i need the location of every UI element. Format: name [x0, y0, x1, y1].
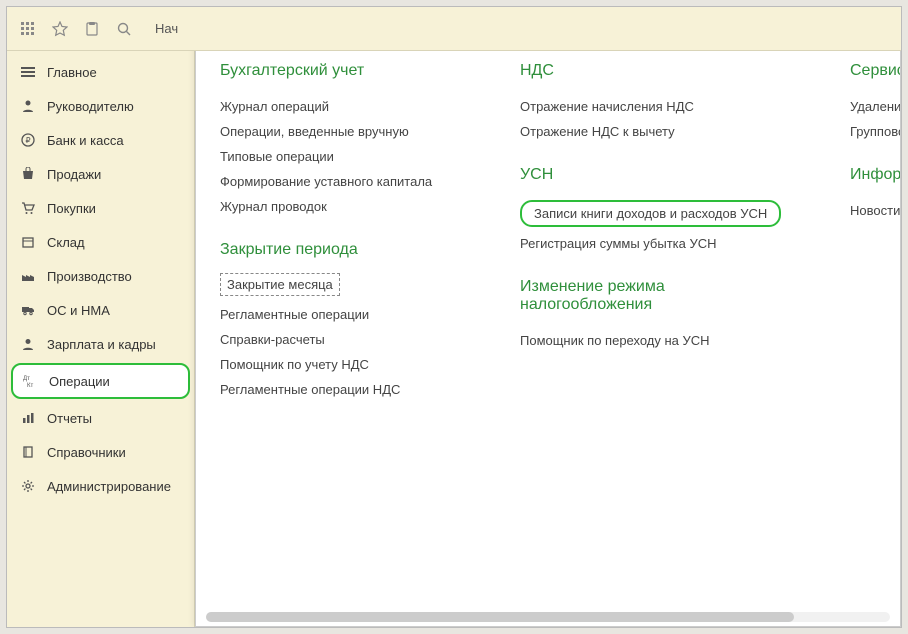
sidebar-item-reports[interactable]: Отчеты	[7, 401, 194, 435]
ruble-icon: ₽	[17, 133, 39, 147]
sidebar-item-assets[interactable]: ОС и НМА	[7, 293, 194, 327]
link-usn-book-records[interactable]: Записи книги доходов и расходов УСН	[520, 200, 781, 227]
chart-icon	[17, 411, 39, 425]
sidebar-label: Администрирование	[47, 479, 171, 494]
tab-title[interactable]: Нач	[155, 21, 178, 36]
sidebar-label: Главное	[47, 65, 97, 80]
link-nds-accrual[interactable]: Отражение начисления НДС	[520, 94, 800, 119]
section-title: УСН	[520, 166, 800, 184]
link-news[interactable]: Новости	[850, 198, 900, 223]
section-title: Сервис	[850, 62, 900, 80]
sidebar-item-purchases[interactable]: Покупки	[7, 191, 194, 225]
column-3: Сервис Удаление по Групповое пе Информац…	[850, 62, 900, 616]
star-icon[interactable]	[47, 16, 73, 42]
sidebar-item-stock[interactable]: Склад	[7, 225, 194, 259]
sidebar-label: Производство	[47, 269, 132, 284]
search-icon[interactable]	[111, 16, 137, 42]
svg-text:Дт: Дт	[23, 376, 30, 382]
link-usn-transition-assistant[interactable]: Помощник по переходу на УСН	[520, 328, 800, 353]
link-entries-journal[interactable]: Журнал проводок	[220, 194, 470, 219]
sidebar-label: Банк и касса	[47, 133, 124, 148]
sidebar-label: ОС и НМА	[47, 303, 110, 318]
sidebar-label: Отчеты	[47, 411, 92, 426]
section-taxchange: Изменение режима налогообложения Помощни…	[520, 278, 800, 353]
section-nds: НДС Отражение начисления НДС Отражение Н…	[520, 62, 800, 144]
sidebar-item-hr[interactable]: Зарплата и кадры	[7, 327, 194, 361]
sidebar-item-sales[interactable]: Продажи	[7, 157, 194, 191]
sidebar-item-admin[interactable]: Администрирование	[7, 469, 194, 503]
link-routine-operations[interactable]: Регламентные операции	[220, 302, 470, 327]
svg-text:Кт: Кт	[27, 383, 33, 388]
section-title: НДС	[520, 62, 800, 80]
column-2: НДС Отражение начисления НДС Отражение Н…	[520, 62, 800, 616]
sidebar-label: Зарплата и кадры	[47, 337, 156, 352]
link-delete-by[interactable]: Удаление по	[850, 94, 900, 119]
sidebar-label: Продажи	[47, 167, 101, 182]
clipboard-icon[interactable]	[79, 16, 105, 42]
body: Главное Руководителю ₽ Банк и касса Прод…	[7, 51, 901, 627]
apps-icon[interactable]	[15, 16, 41, 42]
person-icon	[17, 99, 39, 113]
link-month-closing[interactable]: Закрытие месяца	[220, 273, 340, 296]
sidebar-item-production[interactable]: Производство	[7, 259, 194, 293]
sidebar-label: Операции	[49, 374, 110, 389]
user-icon	[17, 337, 39, 351]
link-nds-routine-ops[interactable]: Регламентные операции НДС	[220, 377, 470, 402]
cart-icon	[17, 201, 39, 215]
sidebar-item-catalogs[interactable]: Справочники	[7, 435, 194, 469]
topbar: Нач	[7, 7, 901, 51]
menu-icon	[17, 65, 39, 79]
operations-popup: × × Бухгалтерский учет Журнал операций	[195, 51, 901, 627]
sidebar-label: Склад	[47, 235, 85, 250]
sidebar-label: Руководителю	[47, 99, 134, 114]
link-typical-operations[interactable]: Типовые операции	[220, 144, 470, 169]
sidebar-item-manager[interactable]: Руководителю	[7, 89, 194, 123]
bag-icon	[17, 167, 39, 181]
box-icon	[17, 235, 39, 249]
section-title: Изменение режима налогообложения	[520, 278, 800, 314]
section-closing: Закрытие периода Закрытие месяца Регламе…	[220, 241, 470, 402]
gear-icon	[17, 479, 39, 493]
horizontal-scrollbar[interactable]	[206, 612, 890, 622]
link-charter-capital[interactable]: Формирование уставного капитала	[220, 169, 470, 194]
link-nds-assistant[interactable]: Помощник по учету НДС	[220, 352, 470, 377]
section-service: Сервис Удаление по Групповое пе	[850, 62, 900, 144]
link-manual-operations[interactable]: Операции, введенные вручную	[220, 119, 470, 144]
svg-text:₽: ₽	[25, 136, 30, 145]
popup-body: Бухгалтерский учет Журнал операций Опера…	[196, 52, 900, 626]
link-journal-operations[interactable]: Журнал операций	[220, 94, 470, 119]
section-title: Информация	[850, 166, 900, 184]
link-reference-calculations[interactable]: Справки-расчеты	[220, 327, 470, 352]
link-group-change[interactable]: Групповое пе	[850, 119, 900, 144]
section-info: Информация Новости	[850, 166, 900, 223]
truck-icon	[17, 303, 39, 317]
sidebar-item-main[interactable]: Главное	[7, 55, 194, 89]
operations-icon: ДтКт	[19, 374, 41, 388]
section-title: Закрытие периода	[220, 241, 470, 259]
book-icon	[17, 445, 39, 459]
section-accounting: Бухгалтерский учет Журнал операций Опера…	[220, 62, 470, 219]
sidebar-label: Справочники	[47, 445, 126, 460]
columns: Бухгалтерский учет Журнал операций Опера…	[220, 62, 900, 616]
sidebar-label: Покупки	[47, 201, 96, 216]
sidebar: Главное Руководителю ₽ Банк и касса Прод…	[7, 51, 195, 627]
section-usn: УСН Записи книги доходов и расходов УСН …	[520, 166, 800, 256]
factory-icon	[17, 269, 39, 283]
app-frame: Нач Главное Руководителю ₽ Банк и касса …	[6, 6, 902, 628]
link-nds-deduction[interactable]: Отражение НДС к вычету	[520, 119, 800, 144]
link-usn-loss-registration[interactable]: Регистрация суммы убытка УСН	[520, 231, 800, 256]
scrollbar-thumb[interactable]	[206, 612, 794, 622]
content: × × Бухгалтерский учет Журнал операций	[195, 51, 901, 627]
sidebar-item-operations[interactable]: ДтКт Операции	[11, 363, 190, 399]
sidebar-item-bank[interactable]: ₽ Банк и касса	[7, 123, 194, 157]
column-1: Бухгалтерский учет Журнал операций Опера…	[220, 62, 470, 616]
section-title: Бухгалтерский учет	[220, 62, 470, 80]
